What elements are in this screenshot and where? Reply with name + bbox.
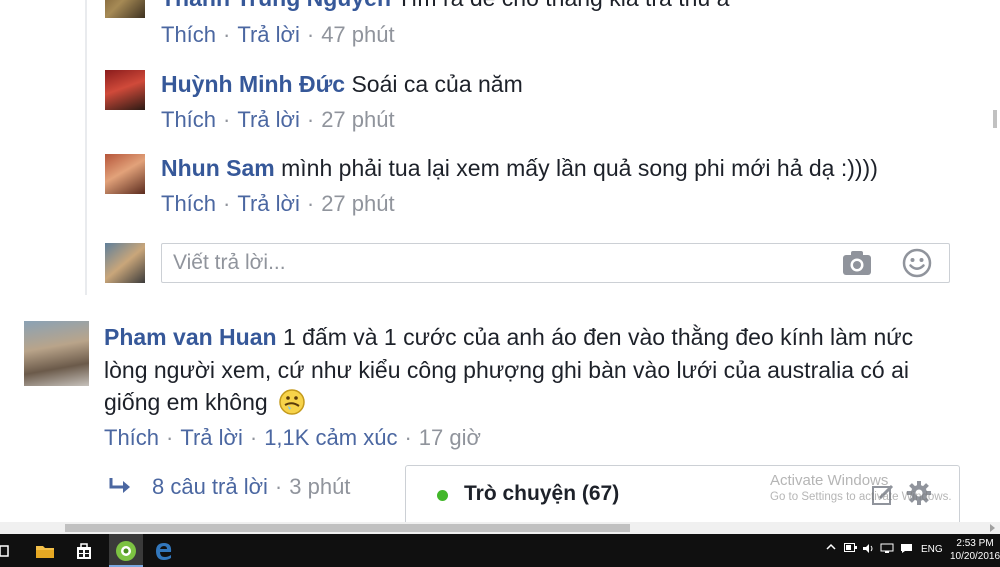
chat-label: Trò chuyện (67) bbox=[464, 482, 620, 505]
timestamp[interactable]: 27 phút bbox=[321, 191, 394, 216]
comment-actions: Thích · Trả lời · 47 phút bbox=[161, 22, 395, 47]
language-indicator[interactable]: ENG bbox=[921, 544, 943, 555]
clock-time: 2:53 PM bbox=[956, 538, 994, 549]
horizontal-scrollbar[interactable] bbox=[0, 522, 1000, 534]
comment-text: 1 đấm và 1 cước của anh áo đen vào thằng… bbox=[282, 324, 914, 350]
emoji-icon[interactable] bbox=[902, 248, 932, 278]
clock-date: 10/20/2016 bbox=[950, 551, 1000, 562]
comment-text: giống em không bbox=[104, 389, 268, 415]
tray-chevron-icon[interactable] bbox=[826, 542, 836, 554]
file-explorer-icon[interactable] bbox=[33, 539, 56, 562]
commenter-name[interactable]: Nhun Sam bbox=[161, 155, 275, 181]
reply-placeholder: Viết trả lời... bbox=[173, 251, 286, 274]
task-view-icon[interactable] bbox=[0, 539, 10, 562]
reply-input[interactable]: Viết trả lời... bbox=[161, 243, 950, 283]
reply-link[interactable]: Trả lời bbox=[237, 191, 300, 216]
coccoc-browser-icon[interactable] bbox=[114, 539, 137, 562]
watermark-subtitle: Go to Settings to activate Windows. bbox=[770, 491, 952, 503]
timestamp[interactable]: 27 phút bbox=[321, 107, 394, 132]
online-status-icon bbox=[437, 490, 448, 501]
comment-actions: Thích · Trả lời · 27 phút bbox=[161, 107, 395, 132]
network-icon[interactable] bbox=[880, 543, 894, 557]
horizontal-scroll-thumb[interactable] bbox=[65, 524, 630, 532]
commenter-name[interactable]: Thanh Trung Nguyễn bbox=[161, 0, 391, 11]
reply-arrow-icon bbox=[109, 478, 130, 493]
replies-time: 3 phút bbox=[289, 474, 351, 499]
volume-icon[interactable] bbox=[862, 543, 875, 557]
store-icon[interactable] bbox=[72, 539, 95, 562]
main-comment-actions: Thích · Trả lời · 1,1K cảm xúc · 17 giờ bbox=[104, 425, 481, 450]
scroll-right-arrow-icon[interactable] bbox=[990, 524, 995, 532]
timestamp[interactable]: 47 phút bbox=[321, 22, 394, 47]
avatar[interactable] bbox=[105, 0, 145, 18]
windows-taskbar: ENG 2:53 PM 10/20/2016 bbox=[0, 534, 1000, 567]
watermark-title: Activate Windows bbox=[770, 472, 889, 489]
edge-browser-icon[interactable] bbox=[152, 539, 175, 562]
like-link[interactable]: Thích bbox=[161, 107, 216, 132]
like-link[interactable]: Thích bbox=[161, 22, 216, 47]
view-replies: 8 câu trả lời · 3 phút bbox=[152, 474, 351, 499]
comment-text: Soái ca của năm bbox=[351, 71, 523, 97]
vertical-scroll-thumb[interactable] bbox=[993, 110, 997, 128]
avatar[interactable] bbox=[24, 321, 89, 386]
notification-icon[interactable] bbox=[900, 543, 913, 557]
avatar[interactable] bbox=[105, 154, 145, 194]
avatar[interactable] bbox=[105, 70, 145, 110]
reply-link[interactable]: Trả lời bbox=[237, 22, 300, 47]
reply-link[interactable]: Trả lời bbox=[237, 107, 300, 132]
activate-windows-watermark: Activate Windows Go to Settings to activ… bbox=[770, 472, 952, 503]
commenter-name[interactable]: Pham van Huan bbox=[104, 324, 277, 350]
camera-icon[interactable] bbox=[842, 250, 872, 276]
drool-emoji-icon bbox=[279, 389, 305, 415]
reply-thread-line bbox=[85, 0, 87, 295]
view-replies-link[interactable]: 8 câu trả lời bbox=[152, 474, 268, 499]
main-comment-line3: giống em không bbox=[104, 386, 307, 419]
current-user-avatar bbox=[105, 243, 145, 283]
like-link[interactable]: Thích bbox=[161, 191, 216, 216]
vertical-scrollbar[interactable] bbox=[990, 0, 1000, 522]
main-comment-line2: lòng người xem, cứ như kiểu công phượng … bbox=[104, 357, 909, 383]
battery-icon[interactable] bbox=[844, 543, 857, 555]
taskbar-clock[interactable]: 2:53 PM 10/20/2016 bbox=[950, 537, 1000, 563]
reply-link[interactable]: Trả lời bbox=[180, 425, 243, 450]
main-comment-line1: Pham van Huan 1 đấm và 1 cước của anh áo… bbox=[104, 321, 913, 354]
commenter-name[interactable]: Huỳnh Minh Đức bbox=[161, 71, 345, 97]
facebook-comments-page: Thanh Trung Nguyễn Tìm ra để cho thằng k… bbox=[0, 0, 1000, 567]
comment-text: mình phải tua lại xem mấy lần quả song p… bbox=[281, 155, 878, 181]
comment-actions: Thích · Trả lời · 27 phút bbox=[161, 191, 395, 216]
timestamp[interactable]: 17 giờ bbox=[419, 425, 481, 450]
reactions-link[interactable]: 1,1K cảm xúc bbox=[264, 425, 397, 450]
like-link[interactable]: Thích bbox=[104, 425, 159, 450]
comment-text: Tìm ra để cho thằng kia trả thù à bbox=[397, 0, 729, 11]
